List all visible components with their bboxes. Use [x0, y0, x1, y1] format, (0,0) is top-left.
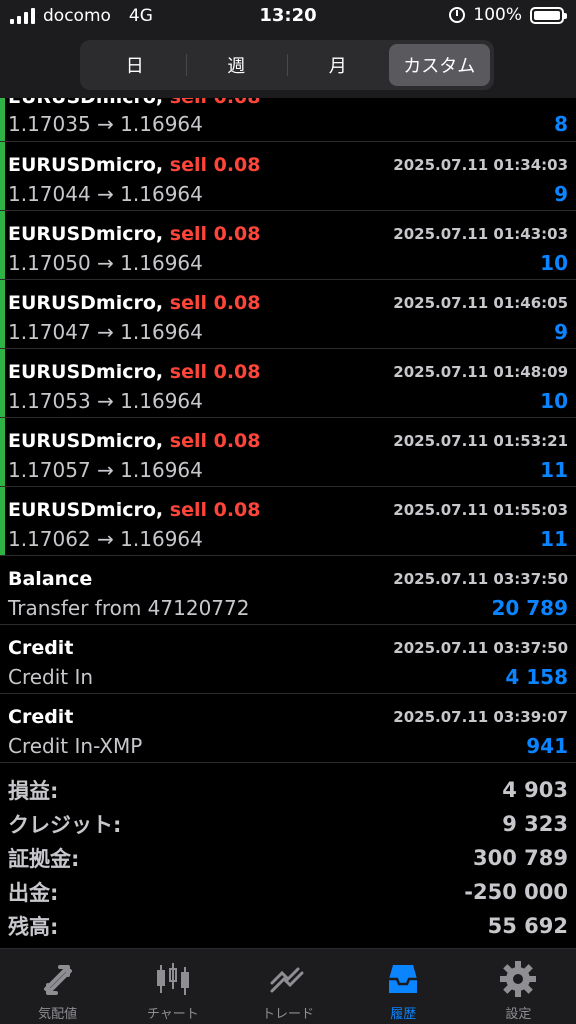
account-summary: 損益: 4 903 クレジット: 9 323 証拠金: 300 789 出金: -250… [0, 763, 576, 943]
deal-prices: 1.17035 → 1.16964 [8, 112, 203, 136]
period-header: 日 週 月 カスタム [0, 34, 576, 98]
tab-day[interactable]: 日 [84, 44, 186, 86]
status-bar: docomo 4G 13:20 100% [0, 0, 576, 34]
deal-date: 2025.07.11 01:46:05 [393, 294, 568, 312]
tab-label: 履歴 [390, 1007, 417, 1022]
operation-description: Credit In-XMP [8, 734, 143, 758]
summary-profit: 損益: 4 903 [8, 778, 568, 803]
deal-date: 2025.07.11 01:34:03 [393, 156, 568, 174]
deal-row[interactable]: EURUSDmicro, sell 0.08 2025.07.11 01:34:… [0, 142, 576, 211]
quotes-icon [43, 965, 72, 995]
operation-row[interactable]: Credit 2025.07.11 03:39:07 Credit In-XMP… [0, 694, 576, 763]
deal-profit: 11 [540, 458, 568, 482]
deal-row-partial[interactable]: EURUSDmicro, sell 0.08 1.17035 → 1.16964… [0, 98, 576, 142]
deal-date: 2025.07.11 01:48:09 [393, 363, 568, 381]
operation-row[interactable]: Balance 2025.07.11 03:37:50 Transfer fro… [0, 556, 576, 625]
deal-type: sell 0.08 [169, 430, 261, 452]
deal-date: 2025.07.11 01:53:21 [393, 432, 568, 450]
deal-symbol: EURUSDmicro, sell 0.08 [8, 292, 261, 314]
operation-title: Balance [8, 568, 93, 590]
summary-credit: クレジット: 9 323 [8, 812, 568, 837]
deal-symbol: EURUSDmicro, sell 0.08 [8, 361, 261, 383]
deal-prices: 1.17050 → 1.16964 [8, 251, 203, 275]
chart-icon [156, 963, 189, 995]
operation-amount: 4 158 [505, 665, 568, 689]
deal-profit: 10 [540, 389, 568, 413]
tab-label: 設定 [505, 1007, 532, 1022]
deal-type: sell 0.08 [169, 223, 261, 245]
deal-profit: 9 [554, 182, 568, 206]
deal-type: sell 0.08 [169, 292, 261, 314]
deal-prices: 1.17044 → 1.16964 [8, 182, 203, 206]
deal-row[interactable]: EURUSDmicro, sell 0.08 2025.07.11 01:48:… [0, 349, 576, 418]
deal-profit: 9 [554, 320, 568, 344]
operation-date: 2025.07.11 03:37:50 [393, 570, 568, 588]
tab-label: 気配値 [38, 1007, 78, 1022]
history-icon [389, 965, 418, 993]
tab-custom[interactable]: カスタム [388, 44, 490, 86]
alarm-icon [449, 7, 466, 23]
operation-title: Credit [8, 706, 74, 728]
operation-amount: 20 789 [491, 596, 568, 620]
deal-prices: 1.17062 → 1.16964 [8, 527, 203, 551]
tab-chart[interactable]: チャート [115, 949, 230, 1024]
deal-row[interactable]: EURUSDmicro, sell 0.08 2025.07.11 01:46:… [0, 280, 576, 349]
tab-week[interactable]: 週 [185, 44, 288, 86]
deal-type: sell 0.08 [169, 361, 261, 383]
settings-icon [500, 961, 537, 997]
operation-amount: 941 [526, 734, 568, 758]
deal-profit: 11 [540, 527, 568, 551]
deal-symbol: EURUSDmicro, sell 0.08 [8, 154, 261, 176]
deal-prices: 1.17047 → 1.16964 [8, 320, 203, 344]
summary-withdrawal: 出金: -250 000 [8, 880, 568, 905]
deal-symbol: EURUSDmicro, sell 0.08 [8, 223, 261, 245]
deal-row[interactable]: EURUSDmicro, sell 0.08 2025.07.11 01:43:… [0, 211, 576, 280]
tab-history[interactable]: 履歴 [346, 949, 461, 1024]
deal-date: 2025.07.11 01:43:03 [393, 225, 568, 243]
summary-balance: 残高: 55 692 [8, 914, 568, 939]
deal-prices: 1.17053 → 1.16964 [8, 389, 203, 413]
deal-row[interactable]: EURUSDmicro, sell 0.08 2025.07.11 01:55:… [0, 487, 576, 556]
tab-label: トレード [262, 1007, 315, 1022]
deal-date: 2025.07.11 01:55:03 [393, 501, 568, 519]
operation-row[interactable]: Credit 2025.07.11 03:37:50 Credit In 4 1… [0, 625, 576, 694]
history-list[interactable]: EURUSDmicro, sell 0.08 1.17035 → 1.16964… [0, 98, 576, 948]
operation-date: 2025.07.11 03:37:50 [393, 639, 568, 657]
tab-settings[interactable]: 設定 [461, 949, 576, 1024]
trade-icon [270, 967, 304, 993]
deal-prices: 1.17057 → 1.16964 [8, 458, 203, 482]
deal-profit: 8 [554, 112, 568, 136]
operation-description: Transfer from 47120772 [8, 596, 250, 620]
tab-label: チャート [146, 1007, 199, 1022]
operation-title: Credit [8, 637, 74, 659]
battery-percent: 100% [473, 5, 522, 25]
tab-quotes[interactable]: 気配値 [0, 949, 115, 1024]
deal-symbol-partial: EURUSDmicro, sell 0.08 [8, 98, 260, 108]
deal-symbol: EURUSDmicro, sell 0.08 [8, 430, 261, 452]
operation-description: Credit In [8, 665, 94, 689]
bottom-tab-bar: 気配値 チャート トレード 履歴 設定 [0, 948, 576, 1024]
period-segmented-control: 日 週 月 カスタム [80, 40, 494, 90]
deal-symbol: EURUSDmicro, sell 0.08 [8, 499, 261, 521]
battery-icon [530, 6, 567, 24]
tab-month[interactable]: 月 [287, 44, 389, 86]
tab-trade[interactable]: トレード [230, 949, 345, 1024]
deal-profit: 10 [540, 251, 568, 275]
operation-date: 2025.07.11 03:39:07 [393, 708, 568, 726]
summary-deposit: 証拠金: 300 789 [8, 846, 568, 871]
deal-row[interactable]: EURUSDmicro, sell 0.08 2025.07.11 01:53:… [0, 418, 576, 487]
deal-type: sell 0.08 [169, 154, 261, 176]
deal-type: sell 0.08 [169, 499, 261, 521]
